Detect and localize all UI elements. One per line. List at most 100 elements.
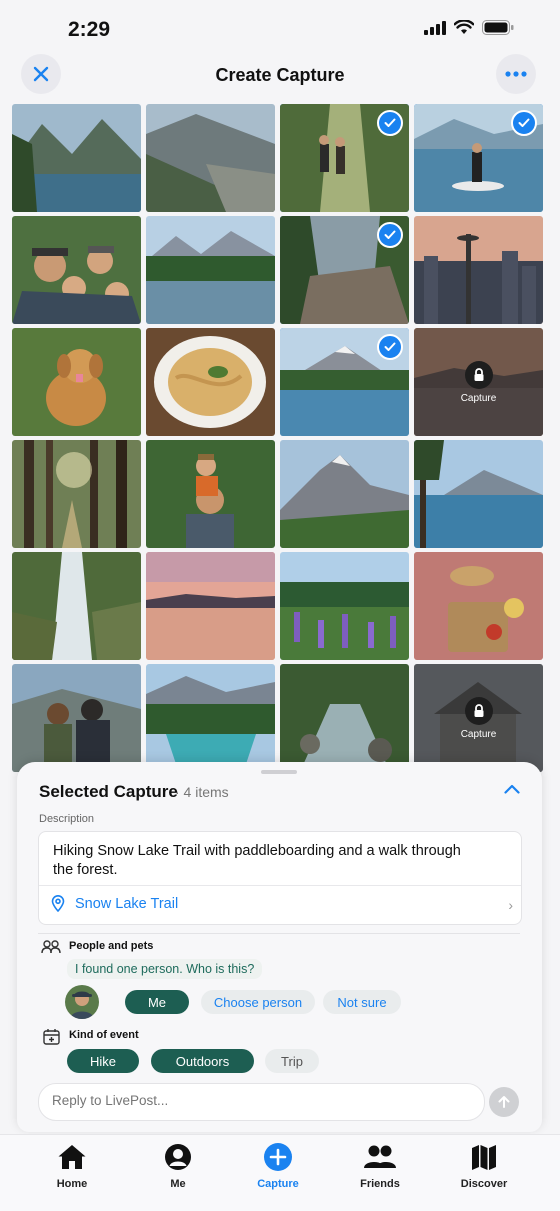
page-title: Create Capture <box>215 65 345 85</box>
map-icon <box>472 1145 496 1170</box>
send-button[interactable] <box>489 1087 519 1117</box>
photo-tile[interactable] <box>280 216 409 324</box>
photo-tile[interactable] <box>12 552 141 660</box>
sheet-grabber[interactable] <box>261 770 297 774</box>
tab-label: Friends <box>360 1178 400 1190</box>
reply-input[interactable] <box>52 1093 452 1108</box>
chevron-up-icon[interactable] <box>504 784 520 794</box>
photo-thumbnail <box>414 216 543 324</box>
tab-discover[interactable]: Discover <box>439 1143 529 1190</box>
description-card: Hiking Snow Lake Trail with paddleboardi… <box>38 831 522 925</box>
more-button[interactable] <box>496 54 536 94</box>
tab-label: Home <box>56 1178 88 1190</box>
lock-icon <box>464 360 493 389</box>
description-text[interactable]: Hiking Snow Lake Trail with paddleboardi… <box>53 842 473 880</box>
photo-tile[interactable] <box>12 664 141 772</box>
photo-tile[interactable]: Capture <box>414 328 543 436</box>
photo-tile[interactable] <box>146 440 275 548</box>
photo-thumbnail <box>146 664 275 772</box>
photo-tile[interactable] <box>280 328 409 436</box>
photo-thumbnail <box>12 104 141 212</box>
photo-tile[interactable] <box>280 552 409 660</box>
photo-thumbnail <box>280 552 409 660</box>
tab-capture[interactable]: Capture <box>233 1143 323 1190</box>
chip-choose-person[interactable]: Choose person <box>201 990 315 1014</box>
photo-thumbnail <box>146 440 275 548</box>
photo-tile[interactable] <box>280 440 409 548</box>
plus-icon <box>264 1143 292 1171</box>
photo-tile[interactable] <box>146 216 275 324</box>
sheet-title: Selected Capture <box>39 782 178 801</box>
friends-icon <box>364 1145 396 1168</box>
photo-thumbnail <box>12 216 141 324</box>
lock-label: Capture <box>460 728 497 740</box>
battery-icon <box>482 20 514 35</box>
event-kind-label: Kind of event <box>69 1029 139 1041</box>
chevron-right-icon[interactable]: › <box>508 897 513 913</box>
photo-tile[interactable] <box>12 104 141 212</box>
description-label: Description <box>39 813 95 825</box>
reply-field[interactable] <box>38 1083 485 1121</box>
photo-thumbnail <box>414 552 543 660</box>
checkmark-icon <box>511 110 537 136</box>
chip-not-sure[interactable]: Not sure <box>323 990 401 1014</box>
locked-overlay: Capture <box>414 664 543 772</box>
more-icon <box>505 71 527 77</box>
photo-thumbnail <box>12 328 141 436</box>
people-icon <box>41 940 61 954</box>
signal-icon <box>424 20 446 35</box>
photo-tile[interactable] <box>280 104 409 212</box>
photo-tile[interactable] <box>12 216 141 324</box>
checkmark-icon <box>377 110 403 136</box>
photo-tile[interactable]: Capture <box>414 664 543 772</box>
photo-tile[interactable] <box>414 216 543 324</box>
photo-tile[interactable] <box>12 328 141 436</box>
tab-label: Capture <box>257 1178 299 1190</box>
photo-thumbnail <box>146 216 275 324</box>
person-question: I found one person. Who is this? <box>67 959 263 979</box>
photo-thumbnail <box>12 552 141 660</box>
photo-thumbnail <box>146 552 275 660</box>
tab-home[interactable]: Home <box>27 1143 117 1190</box>
photo-tile[interactable] <box>12 440 141 548</box>
photo-thumbnail <box>12 664 141 772</box>
divider <box>38 933 520 934</box>
chip-trip[interactable]: Trip <box>265 1049 319 1073</box>
photo-tile[interactable] <box>414 552 543 660</box>
chip-outdoors[interactable]: Outdoors <box>151 1049 254 1073</box>
locked-overlay: Capture <box>414 328 543 436</box>
lock-label: Capture <box>460 392 497 404</box>
photo-tile[interactable] <box>414 440 543 548</box>
photo-tile[interactable] <box>146 104 275 212</box>
wifi-icon <box>454 20 474 34</box>
tab-label: Me <box>170 1178 186 1190</box>
photo-tile[interactable] <box>414 104 543 212</box>
photo-thumbnail <box>146 328 275 436</box>
checkmark-icon <box>377 334 403 360</box>
photo-thumbnail <box>280 664 409 772</box>
arrow-up-icon <box>498 1096 510 1108</box>
tab-bar: Home Me Capture Friends Discover <box>0 1134 560 1211</box>
checkmark-icon <box>377 222 403 248</box>
lock-icon <box>464 696 493 725</box>
photo-thumbnail <box>280 440 409 548</box>
photo-tile[interactable] <box>146 552 275 660</box>
chip-hike[interactable]: Hike <box>67 1049 139 1073</box>
sheet-item-count: · 4 items <box>175 784 229 800</box>
status-bar: 2:29 <box>0 0 560 56</box>
status-time: 2:29 <box>68 18 111 41</box>
location-link[interactable]: Snow Lake Trail <box>75 896 178 912</box>
photo-tile[interactable] <box>146 664 275 772</box>
photo-grid: Capture Capture <box>12 104 545 772</box>
photo-tile[interactable] <box>280 664 409 772</box>
selected-capture-sheet: Selected Capture · 4 items Description H… <box>17 762 542 1132</box>
person-icon <box>165 1144 191 1170</box>
calendar-plus-icon <box>43 1029 60 1045</box>
tab-friends[interactable]: Friends <box>335 1143 425 1190</box>
tab-me[interactable]: Me <box>133 1143 223 1190</box>
photo-tile[interactable] <box>146 328 275 436</box>
tab-label: Discover <box>460 1178 508 1190</box>
location-pin-icon <box>51 895 65 912</box>
chip-me[interactable]: Me <box>125 990 189 1014</box>
people-label: People and pets <box>69 940 154 952</box>
